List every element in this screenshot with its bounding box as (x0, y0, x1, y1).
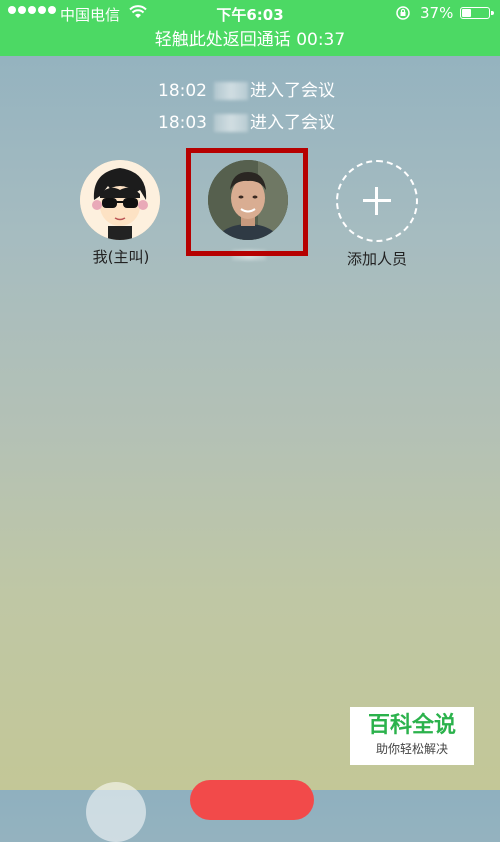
highlight-box (186, 148, 308, 256)
watermark-logo: 百科全说 助你轻松解决 (350, 707, 474, 765)
log-line: 18:02 进入了会议 (158, 78, 335, 104)
log-time: 18:03 (158, 113, 207, 133)
status-row: 中国电信 下午6:03 37% (0, 0, 500, 28)
blurred-name (214, 114, 248, 132)
battery-percent: 37% (420, 4, 454, 22)
battery-fill (462, 9, 472, 17)
plus-icon-vertical (375, 187, 378, 215)
watermark-title: 百科全说 (367, 713, 456, 738)
battery-icon (460, 7, 494, 19)
add-member-label: 添加人员 (346, 250, 407, 268)
participant-self[interactable]: 我(主叫) (80, 160, 162, 267)
participant-name: 我(主叫) (92, 248, 150, 266)
hangup-button[interactable] (190, 780, 314, 820)
status-bar: 中国电信 下午6:03 37% 轻触此处返回通话 00:37 (0, 0, 500, 56)
return-to-call-banner[interactable]: 轻触此处返回通话 00:37 (0, 28, 500, 54)
add-member-button[interactable]: 添加人员 (336, 160, 418, 269)
log-line: 18:03 进入了会议 (158, 110, 335, 136)
blurred-name (214, 82, 248, 100)
rotation-lock-icon (396, 6, 410, 20)
log-time: 18:02 (158, 81, 207, 101)
mute-button[interactable] (86, 782, 146, 842)
cartoon-avatar (80, 160, 160, 240)
log-text: 进入了会议 (250, 113, 335, 133)
watermark-subtitle: 助你轻松解决 (375, 742, 448, 756)
log-text: 进入了会议 (250, 81, 335, 101)
add-member-circle[interactable] (336, 160, 418, 242)
